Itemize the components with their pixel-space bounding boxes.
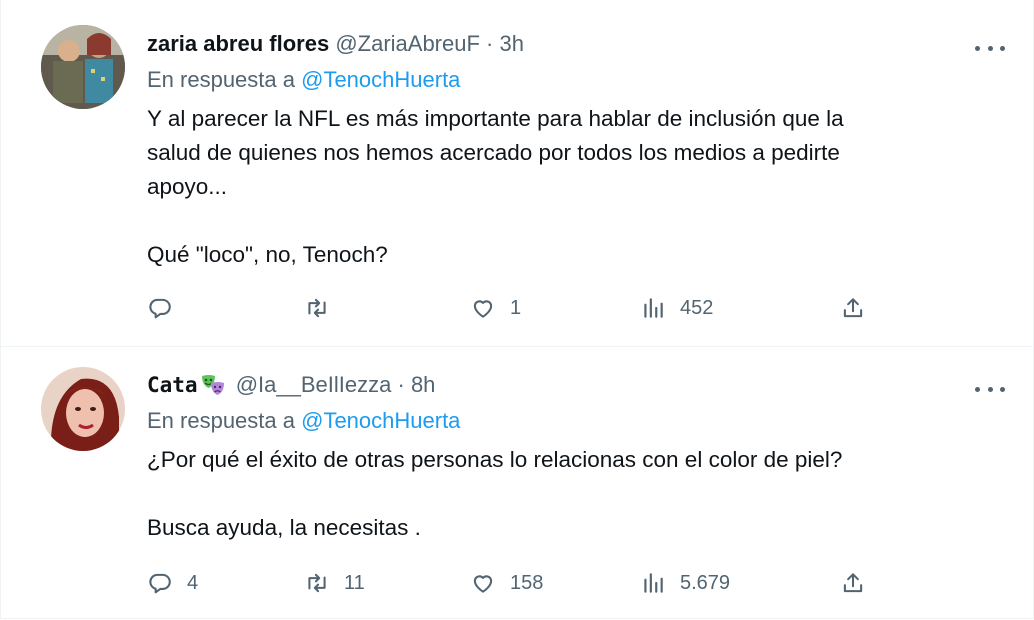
user-handle[interactable]: @Ia__BeIlIezza xyxy=(236,372,392,397)
share-button[interactable] xyxy=(840,568,866,598)
tweet-text-line: apoyo... xyxy=(147,174,228,199)
mention-link[interactable]: @TenochHuerta xyxy=(301,67,460,92)
like-icon xyxy=(473,300,493,318)
reply-button[interactable]: 4 xyxy=(147,568,198,598)
reply-context: En respuesta a @TenochHuerta xyxy=(147,66,1013,94)
tweet-header: zaria abreu flores @ZariaAbreuF · 3h xyxy=(147,30,1013,58)
views-icon xyxy=(644,298,663,318)
tweet-text-line: ¿Por qué el éxito de otras personas lo r… xyxy=(147,447,843,472)
tweet[interactable]: Cata @Ia__BeIlIezza · 8h En respuesta a … xyxy=(1,347,1033,620)
user-name[interactable]: Cata xyxy=(147,373,198,397)
action-bar: 1 452 xyxy=(147,293,1013,323)
views-button[interactable]: 452 xyxy=(640,293,713,323)
reply-prefix: En respuesta a xyxy=(147,408,295,433)
share-icon xyxy=(843,298,863,318)
views-button[interactable]: 5.679 xyxy=(640,568,730,598)
share-button[interactable] xyxy=(840,293,866,323)
tweet[interactable]: zaria abreu flores @ZariaAbreuF · 3h En … xyxy=(1,0,1033,347)
more-icon[interactable] xyxy=(975,379,1005,399)
like-icon xyxy=(473,575,493,593)
reply-count: 4 xyxy=(187,571,199,594)
reply-button[interactable] xyxy=(147,293,187,323)
views-count: 5.679 xyxy=(680,571,731,594)
more-icon[interactable] xyxy=(975,38,1005,58)
user-handle[interactable]: @ZariaAbreuF xyxy=(335,31,480,56)
retweet-button[interactable]: 11 xyxy=(304,568,365,598)
reply-context: En respuesta a @TenochHuerta xyxy=(147,407,1013,435)
separator-dot: · xyxy=(486,31,494,56)
tweet-content: Cata @Ia__BeIlIezza · 8h En respuesta a … xyxy=(147,371,1013,545)
theater-masks-emoji-icon xyxy=(200,374,226,403)
avatar[interactable] xyxy=(41,25,125,109)
tweet-content: zaria abreu flores @ZariaAbreuF · 3h En … xyxy=(147,30,1013,272)
tweet-header: Cata @Ia__BeIlIezza · 8h xyxy=(147,371,1013,399)
reply-icon xyxy=(149,573,171,594)
tweet-text-line: Busca ayuda, la necesitas . xyxy=(147,515,421,540)
retweet-count: 11 xyxy=(344,571,365,594)
tweet-text-line: salud de quienes nos hemos acercado por … xyxy=(147,140,840,165)
like-button[interactable]: 158 xyxy=(470,568,543,598)
avatar[interactable] xyxy=(41,367,125,451)
tweet-text-line: Qué "loco", no, Tenoch? xyxy=(147,242,388,267)
retweet-icon xyxy=(308,573,326,593)
timestamp[interactable]: 8h xyxy=(411,372,435,397)
like-count: 1 xyxy=(510,296,522,319)
separator-dot: · xyxy=(397,372,405,397)
tweet-text-line: Y al parecer la NFL es más importante pa… xyxy=(147,106,844,131)
views-count: 452 xyxy=(680,296,714,319)
retweet-icon xyxy=(308,298,326,318)
reply-prefix: En respuesta a xyxy=(147,67,295,92)
share-icon xyxy=(843,573,863,593)
timestamp[interactable]: 3h xyxy=(500,31,524,56)
retweet-button[interactable] xyxy=(304,293,344,323)
timeline: zaria abreu flores @ZariaAbreuF · 3h En … xyxy=(0,0,1034,619)
views-icon xyxy=(644,573,663,593)
tweet-text: Y al parecer la NFL es más importante pa… xyxy=(147,102,1013,272)
user-name[interactable]: zaria abreu flores xyxy=(147,31,329,56)
reply-icon xyxy=(149,298,171,319)
like-count: 158 xyxy=(510,571,544,594)
like-button[interactable]: 1 xyxy=(470,293,521,323)
tweet-text: ¿Por qué el éxito de otras personas lo r… xyxy=(147,443,1013,545)
mention-link[interactable]: @TenochHuerta xyxy=(301,408,460,433)
action-bar: 4 11 158 5.679 xyxy=(147,568,1013,598)
